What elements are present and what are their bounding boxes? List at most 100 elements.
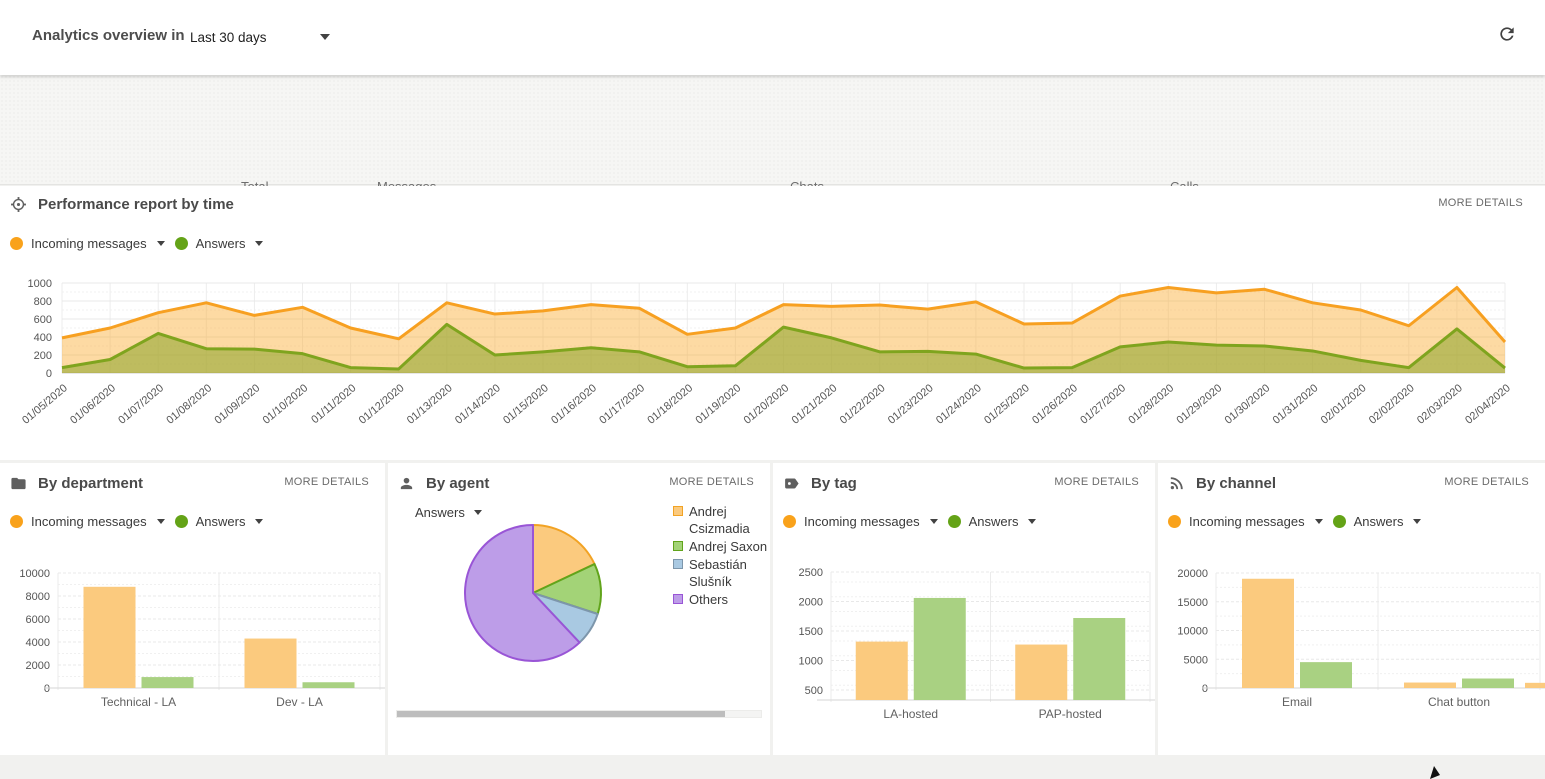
performance-report-panel: Performance report by time MORE DETAILS …	[0, 186, 1545, 460]
svg-text:400: 400	[34, 332, 52, 344]
folder-icon	[10, 475, 27, 492]
svg-text:20000: 20000	[1177, 568, 1208, 580]
tag-icon	[783, 475, 800, 492]
svg-text:01/05/2020: 01/05/2020	[20, 382, 70, 427]
legend-answers[interactable]: Answers	[175, 236, 264, 251]
channel-title: By channel	[1196, 475, 1276, 492]
performance-more-details-link[interactable]: MORE DETAILS	[1438, 197, 1523, 209]
svg-text:01/11/2020: 01/11/2020	[309, 382, 358, 426]
legend-incoming-messages[interactable]: Incoming messages	[10, 514, 165, 529]
svg-text:01/18/2020: 01/18/2020	[645, 382, 695, 427]
svg-text:01/28/2020: 01/28/2020	[1126, 382, 1176, 427]
chevron-down-icon	[157, 519, 165, 524]
legend-answers[interactable]: Answers	[1333, 514, 1422, 529]
legend-incoming-messages[interactable]: Incoming messages	[783, 514, 938, 529]
chevron-down-icon	[320, 34, 330, 40]
horizontal-scrollbar[interactable]	[396, 710, 762, 718]
svg-text:01/10/2020: 01/10/2020	[261, 382, 311, 427]
svg-text:01/27/2020: 01/27/2020	[1078, 382, 1128, 427]
page-title: Analytics overview in	[32, 27, 185, 44]
legend-swatch	[673, 594, 683, 604]
svg-text:01/14/2020: 01/14/2020	[453, 382, 503, 427]
chevron-down-icon	[474, 510, 482, 515]
mouse-cursor	[1424, 763, 1444, 779]
by-tag-panel: By tag MORE DETAILS Incoming messages An…	[773, 463, 1155, 755]
svg-text:Email: Email	[1282, 695, 1312, 709]
performance-title: Performance report by time	[38, 196, 234, 213]
svg-text:01/23/2020: 01/23/2020	[886, 382, 936, 427]
svg-text:01/07/2020: 01/07/2020	[116, 382, 166, 427]
agent-legend-item[interactable]: Andrej Saxon	[673, 538, 769, 555]
svg-text:1500: 1500	[799, 626, 823, 638]
incoming-legend-dot	[10, 237, 23, 250]
svg-text:01/15/2020: 01/15/2020	[501, 382, 551, 427]
scrollbar-thumb[interactable]	[397, 711, 725, 717]
agent-legend-item[interactable]: Andrej Csizmadia	[673, 503, 769, 537]
performance-area-chart: 0200400600800100001/05/202001/06/202001/…	[0, 270, 1520, 457]
svg-text:02/03/2020: 02/03/2020	[1415, 382, 1465, 427]
svg-text:01/08/2020: 01/08/2020	[164, 382, 214, 427]
legend-swatch	[673, 541, 683, 551]
agent-legend-label: Sebastián Slušník	[689, 556, 769, 590]
date-range-select[interactable]: Last 30 days	[190, 24, 330, 50]
svg-text:01/13/2020: 01/13/2020	[405, 382, 455, 427]
legend-swatch	[673, 559, 683, 569]
svg-text:1000: 1000	[28, 278, 52, 290]
svg-text:01/16/2020: 01/16/2020	[549, 382, 599, 427]
tag-more-details-link[interactable]: MORE DETAILS	[1054, 476, 1139, 488]
svg-text:15000: 15000	[1177, 597, 1208, 609]
svg-text:01/29/2020: 01/29/2020	[1174, 382, 1224, 427]
answers-legend-dot	[948, 515, 961, 528]
svg-text:01/30/2020: 01/30/2020	[1223, 382, 1273, 427]
chevron-down-icon	[157, 241, 165, 246]
agent-legend-label: Others	[689, 591, 728, 608]
agent-legend-label: Andrej Csizmadia	[689, 503, 769, 537]
svg-text:01/21/2020: 01/21/2020	[790, 382, 840, 427]
legend-incoming-messages[interactable]: Incoming messages	[1168, 514, 1323, 529]
performance-dial-icon	[10, 196, 27, 213]
department-more-details-link[interactable]: MORE DETAILS	[284, 476, 369, 488]
agent-pie-chart	[398, 520, 688, 675]
agent-legend-item[interactable]: Others	[673, 591, 769, 608]
answers-legend-dot	[175, 237, 188, 250]
incoming-legend-dot	[10, 515, 23, 528]
channel-bar-chart: 05000100001500020000EmailChat button	[1158, 555, 1545, 730]
channel-more-details-link[interactable]: MORE DETAILS	[1444, 476, 1529, 488]
refresh-icon[interactable]	[1497, 24, 1517, 44]
tag-bar-chart: 5001000150020002500LA-hostedPAP-hosted	[773, 555, 1155, 730]
top-bar: Analytics overview in Last 30 days	[0, 0, 1545, 75]
chevron-down-icon	[255, 241, 263, 246]
agent-legend-item[interactable]: Sebastián Slušník	[673, 556, 769, 590]
svg-text:2000: 2000	[26, 660, 50, 672]
svg-text:200: 200	[34, 350, 52, 362]
svg-text:01/25/2020: 01/25/2020	[982, 382, 1032, 427]
svg-text:01/31/2020: 01/31/2020	[1271, 382, 1321, 427]
agent-pie-legend: Andrej CsizmadiaAndrej SaxonSebastián Sl…	[673, 503, 769, 609]
summary-stats-bar: → Incoming ← Outgoing Total 25488 7080 M…	[0, 75, 1545, 185]
svg-text:600: 600	[34, 314, 52, 326]
incoming-legend-dot	[783, 515, 796, 528]
svg-text:0: 0	[44, 683, 50, 695]
svg-text:2000: 2000	[799, 596, 823, 608]
answers-legend-dot	[175, 515, 188, 528]
svg-text:01/17/2020: 01/17/2020	[597, 382, 647, 427]
rss-icon	[1168, 475, 1185, 492]
tag-title: By tag	[811, 475, 857, 492]
chevron-down-icon	[1413, 519, 1421, 524]
legend-incoming-messages[interactable]: Incoming messages	[10, 236, 165, 251]
by-department-panel: By department MORE DETAILS Incoming mess…	[0, 463, 385, 755]
svg-text:02/02/2020: 02/02/2020	[1367, 382, 1417, 427]
agent-more-details-link[interactable]: MORE DETAILS	[669, 476, 754, 488]
svg-text:01/09/2020: 01/09/2020	[212, 382, 262, 427]
svg-text:PAP-hosted: PAP-hosted	[1039, 707, 1102, 721]
agent-metric-select[interactable]: Answers	[415, 505, 482, 520]
by-agent-panel: By agent MORE DETAILS Answers Andrej Csi…	[388, 463, 770, 755]
svg-text:1000: 1000	[799, 655, 823, 667]
legend-answers[interactable]: Answers	[948, 514, 1037, 529]
legend-swatch	[673, 506, 683, 516]
legend-answers[interactable]: Answers	[175, 514, 264, 529]
svg-text:02/01/2020: 02/01/2020	[1319, 382, 1369, 427]
svg-text:02/04/2020: 02/04/2020	[1463, 382, 1513, 427]
agent-title: By agent	[426, 475, 489, 492]
agent-legend-label: Andrej Saxon	[689, 538, 767, 555]
